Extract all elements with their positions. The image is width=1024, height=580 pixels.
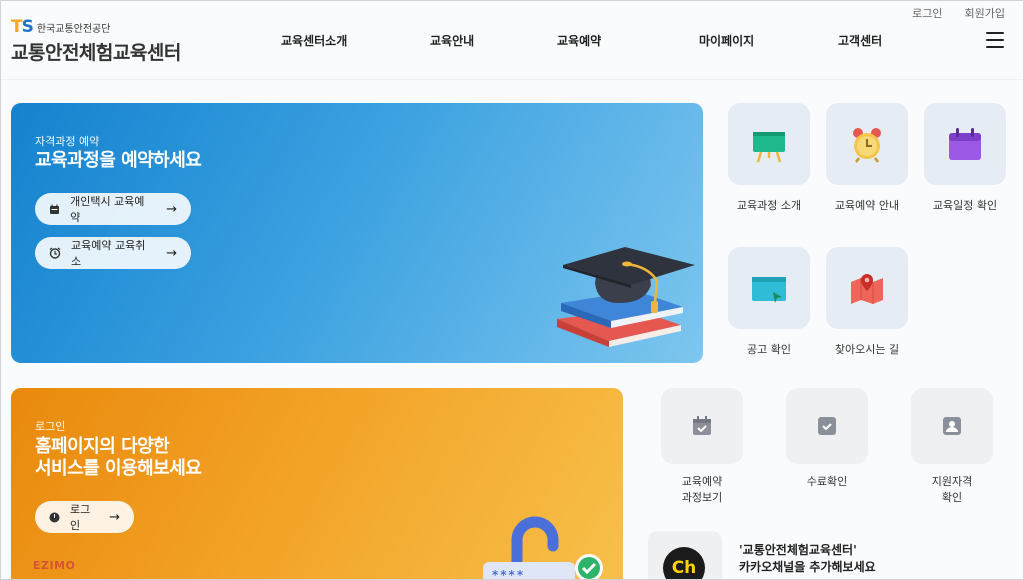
alarm-clock-icon [853,128,881,163]
login-link[interactable]: 로그인 [912,5,942,21]
course-intro-tile[interactable] [728,103,810,185]
banner-title: 교육과정을 예약하세요 [35,150,202,171]
cancel-reservation-button[interactable]: 교육예약 교육취소 → [35,237,191,269]
map-pin-icon [851,274,883,304]
login-button[interactable]: 로그인 → [35,501,134,533]
course-view-tile[interactable] [661,388,743,464]
eligibility-check-tile[interactable] [911,388,993,464]
header-divider [1,79,1023,80]
brand-watermark: EZIMO [33,559,76,572]
monitor-icon [752,277,786,303]
nav-reservation[interactable]: 교육예약 [557,32,601,49]
books-graduation-cap-illustration [557,247,695,347]
utility-nav: 로그인 회원가입 [912,5,1005,21]
blackboard-icon [753,132,785,163]
page: 로그인 회원가입 TS 한국교통안전공단 교통안전체험교육센터 교육센터소개 교… [0,0,1024,580]
alarm-icon [49,247,61,259]
user-card-icon [943,417,961,435]
reservation-banner: 자격과정 예약 교육과정을 예약하세요 개인택시 교육예약 → 교육예약 교육취… [11,103,703,363]
check-box-icon [818,417,836,435]
nav-center-intro[interactable]: 교육센터소개 [281,32,347,49]
calendar-check-icon [693,416,711,435]
login-banner-kicker: 로그인 [35,420,66,433]
main-nav: 교육센터소개 교육안내 교육예약 마이페이지 고객센터 [1,32,1023,52]
nav-mypage[interactable]: 마이페이지 [699,32,754,49]
menu-icon[interactable] [986,32,1004,48]
schedule-check-tile[interactable] [924,103,1006,185]
reservation-guide-tile[interactable] [826,103,908,185]
completion-check-label: 수료확인 [806,475,848,488]
banner-kicker: 자격과정 예약 [35,135,100,148]
arrow-right-icon: → [166,201,177,217]
directions-label: 찾아오시는 길 [834,343,900,356]
directions-tile[interactable] [826,247,908,329]
kakao-channel-text[interactable]: '교통안전체험교육센터' 카카오채널을 추가해보세요 [739,542,876,576]
login-banner: 로그인 홈페이지의 다양한 서비스를 이용해보세요 로그인 → **** EZI… [11,388,623,580]
cancel-reservation-label: 교육예약 교육취소 [71,239,146,268]
signup-link[interactable]: 회원가입 [965,5,1005,21]
taxi-reservation-button[interactable]: 개인택시 교육예약 → [35,193,191,225]
arrow-right-icon: → [166,245,177,261]
arrow-right-icon: → [109,509,120,525]
login-banner-title: 홈페이지의 다양한 서비스를 이용해보세요 [35,436,202,479]
eligibility-check-label: 지원자격 확인 [931,475,973,504]
calendar-icon [949,128,981,160]
nav-customer-center[interactable]: 고객센터 [838,32,882,49]
nav-education-info[interactable]: 교육안내 [430,32,474,49]
password-dots: **** [492,568,526,580]
course-view-label: 교육예약 과정보기 [681,475,723,504]
power-icon [49,511,60,523]
login-button-label: 로그인 [70,503,91,532]
schedule-check-label: 교육일정 확인 [932,199,998,212]
completion-check-tile[interactable] [786,388,868,464]
calendar-icon [49,203,60,215]
notice-check-tile[interactable] [728,247,810,329]
taxi-reservation-label: 개인택시 교육예약 [70,195,145,224]
